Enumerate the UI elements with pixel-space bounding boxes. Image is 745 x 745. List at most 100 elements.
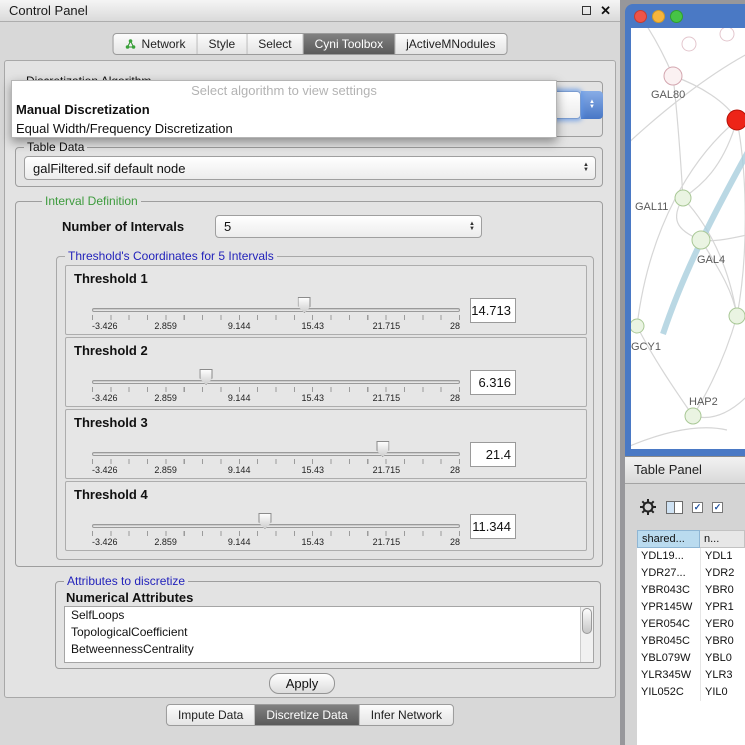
tab-select[interactable]: Select [246, 34, 302, 54]
table-row[interactable]: YDL19...YDL1 [637, 548, 745, 565]
cell[interactable]: YIL052C [637, 684, 700, 701]
minimize-traffic-light-icon[interactable] [652, 10, 665, 23]
group-title: Interval Definition [42, 194, 141, 208]
gear-icon[interactable] [639, 498, 657, 516]
tab-jactivemnodules[interactable]: jActiveMNodules [394, 34, 506, 54]
dropdown-option-equal-width[interactable]: Equal Width/Frequency Discretization [12, 119, 556, 138]
table-row[interactable]: YBL079WYBL0 [637, 650, 745, 667]
node[interactable] [729, 308, 745, 324]
checkbox-icon[interactable]: ✓ [692, 502, 703, 513]
table-row[interactable]: YLR345WYLR3 [637, 667, 745, 684]
slider-track[interactable] [92, 380, 460, 384]
table-data-combo[interactable]: galFiltered.sif default node ▲▼ [24, 156, 596, 180]
threshold-2-slider[interactable]: -3.426 2.859 9.144 15.43 21.715 28 [92, 338, 460, 408]
list-item[interactable]: SelfLoops [65, 607, 593, 624]
cell[interactable]: YBL0 [700, 650, 745, 667]
table-row[interactable]: YBR045CYBR0 [637, 633, 745, 650]
slider-ticks [92, 315, 460, 320]
list-item[interactable]: TopologicalCoefficient [65, 624, 593, 641]
algorithm-combo-arrow-button[interactable]: ▲▼ [581, 91, 603, 119]
bottom-tab-bar: Impute Data Discretize Data Infer Networ… [166, 704, 454, 726]
column-header-shared-name[interactable]: shared... [637, 530, 700, 548]
tab-discretize-data[interactable]: Discretize Data [254, 705, 358, 725]
threshold-4-slider[interactable]: -3.426 2.859 9.144 15.43 21.715 28 [92, 482, 460, 552]
slider-track[interactable] [92, 524, 460, 528]
threshold-3-slider[interactable]: -3.426 2.859 9.144 15.43 21.715 28 [92, 410, 460, 480]
scrollbar-thumb[interactable] [582, 608, 592, 634]
zoom-traffic-light-icon[interactable] [670, 10, 683, 23]
scale-label: 28 [450, 537, 460, 547]
cell[interactable]: YBR045C [637, 633, 700, 650]
network-canvas[interactable]: GAL80 GAL11 GAL4 GCY1 HAP2 [631, 28, 745, 449]
list-scrollbar[interactable] [580, 607, 593, 662]
scale-label: -3.426 [92, 537, 118, 547]
tab-network[interactable]: Network [114, 34, 197, 54]
tab-style[interactable]: Style [197, 34, 247, 54]
scale-label: 15.43 [302, 321, 325, 331]
tab-label: jActiveMNodules [406, 37, 495, 51]
slider-track[interactable] [92, 308, 460, 312]
slider-track[interactable] [92, 452, 460, 456]
cell[interactable]: YBR043C [637, 582, 700, 599]
tab-label: Cyni Toolbox [315, 37, 383, 51]
column-selector-icon[interactable] [666, 501, 683, 514]
node[interactable] [682, 37, 696, 51]
cell[interactable]: YDL1 [700, 548, 745, 565]
table-row[interactable]: YDR27...YDR2 [637, 565, 745, 582]
list-item[interactable]: BetweennessCentrality [65, 641, 593, 658]
scale-label: 2.859 [154, 537, 177, 547]
cell[interactable]: YDR2 [700, 565, 745, 582]
checkbox-icon[interactable]: ✓ [712, 502, 723, 513]
close-traffic-light-icon[interactable] [634, 10, 647, 23]
scale-label: 9.144 [228, 393, 251, 403]
dropdown-option-manual[interactable]: Manual Discretization [12, 100, 556, 119]
tab-label: Select [258, 37, 291, 51]
table-row[interactable]: YBR043CYBR0 [637, 582, 745, 599]
combo-value: galFiltered.sif default node [33, 161, 185, 176]
threshold-1-slider[interactable]: -3.426 2.859 9.144 15.43 21.715 28 [92, 266, 460, 336]
tab-infer-network[interactable]: Infer Network [359, 705, 453, 725]
spinner-arrows-icon: ▲▼ [583, 163, 595, 173]
cell[interactable]: YIL0 [700, 684, 745, 701]
float-window-icon[interactable] [582, 6, 591, 15]
screen: Control Panel ✕ Network Style Select Cyn… [0, 0, 745, 745]
node[interactable] [720, 28, 734, 41]
cell[interactable]: YBR0 [700, 633, 745, 650]
scale-label: 9.144 [228, 321, 251, 331]
threshold-3-box: Threshold 3 -3.426 2.859 9.144 15.43 21.… [65, 409, 587, 479]
cell[interactable]: YLR345W [637, 667, 700, 684]
threshold-2-box: Threshold 2 -3.426 2.859 9.144 15.43 21.… [65, 337, 587, 407]
node-gal4[interactable] [692, 231, 710, 249]
selected-node[interactable] [727, 110, 745, 130]
cell[interactable]: YER0 [700, 616, 745, 633]
table-row[interactable]: YIL052CYIL0 [637, 684, 745, 701]
num-intervals-combo[interactable]: 5 ▲▼ [215, 215, 482, 238]
cell[interactable]: YPR145W [637, 599, 700, 616]
cell[interactable]: YBR0 [700, 582, 745, 599]
threshold-3-value-field[interactable] [470, 442, 516, 467]
apply-button[interactable]: Apply [269, 673, 335, 694]
tab-cyni-toolbox[interactable]: Cyni Toolbox [303, 34, 394, 54]
cell[interactable]: YDL19... [637, 548, 700, 565]
network-icon [125, 38, 137, 50]
node-gal11[interactable] [675, 190, 691, 206]
group-title: Attributes to discretize [64, 574, 188, 588]
table-row[interactable]: YER054CYER0 [637, 616, 745, 633]
node-gcy1[interactable] [631, 319, 644, 333]
cell[interactable]: YPR1 [700, 599, 745, 616]
tab-label: Infer Network [371, 708, 442, 722]
threshold-4-value-field[interactable] [470, 514, 516, 539]
cell[interactable]: YDR27... [637, 565, 700, 582]
tab-impute-data[interactable]: Impute Data [167, 705, 254, 725]
node-hap2[interactable] [685, 408, 701, 424]
column-header-name[interactable]: n... [700, 530, 745, 548]
close-icon[interactable]: ✕ [600, 3, 611, 19]
table-row[interactable]: YPR145WYPR1 [637, 599, 745, 616]
cell[interactable]: YBL079W [637, 650, 700, 667]
threshold-2-value-field[interactable] [470, 370, 516, 395]
scale-label: 28 [450, 465, 460, 475]
node-gal80[interactable] [664, 67, 682, 85]
cell[interactable]: YLR3 [700, 667, 745, 684]
threshold-1-value-field[interactable] [470, 298, 516, 323]
cell[interactable]: YER054C [637, 616, 700, 633]
